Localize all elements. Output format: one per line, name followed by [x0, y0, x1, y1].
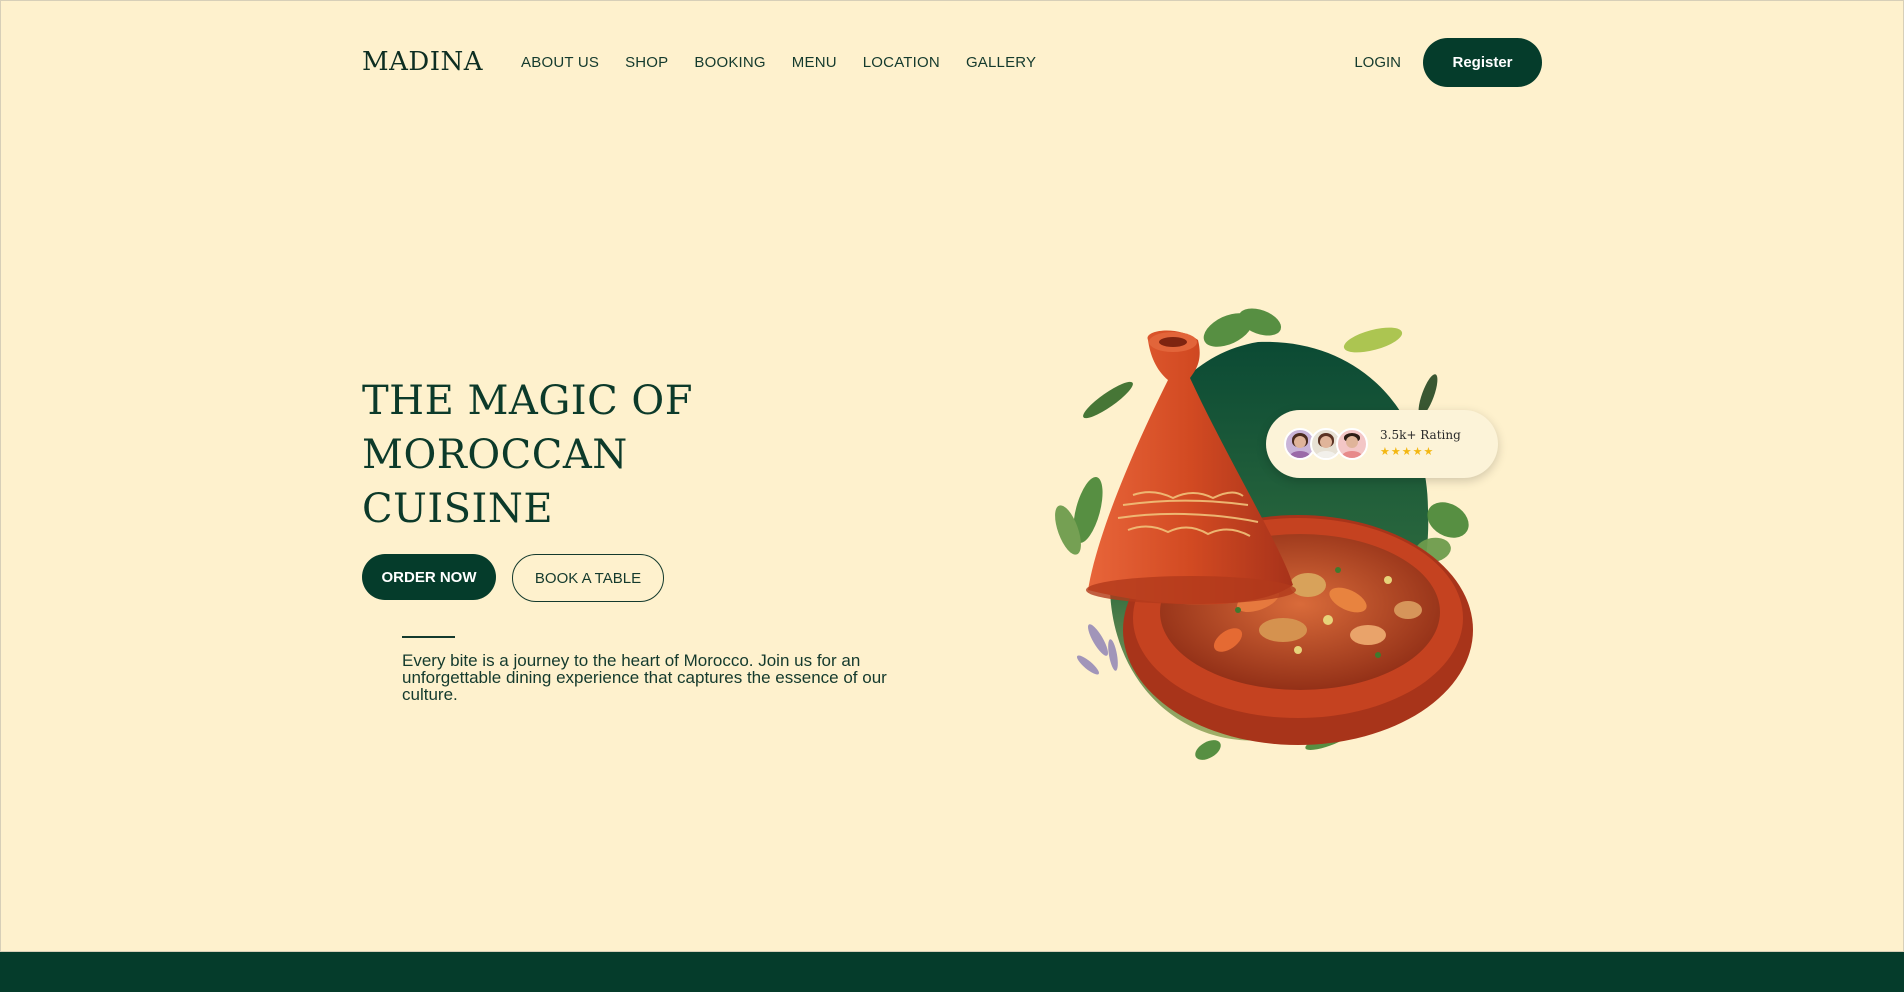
tagline-divider: [402, 636, 455, 638]
hero-title-line-2: MOROCCAN: [362, 432, 628, 478]
hero-title-line-1: THE MAGIC OF: [362, 378, 693, 424]
main-menu: ABOUT US SHOP BOOKING MENU LOCATION GALL…: [521, 54, 1036, 71]
tagine-image: [1055, 308, 1473, 760]
star-rating-icon: ★★★★★: [1380, 446, 1435, 458]
nav-link-location[interactable]: LOCATION: [863, 54, 940, 71]
nav-link-gallery[interactable]: GALLERY: [966, 54, 1036, 71]
hero-actions: ORDER NOW BOOK A TABLE: [362, 554, 664, 602]
rating-label: 3.5k+ Rating: [1380, 428, 1461, 442]
hero-title: THE MAGIC OF MOROCCAN CUISINE: [362, 374, 862, 536]
nav-link-shop[interactable]: SHOP: [625, 54, 668, 71]
register-button[interactable]: Register: [1423, 37, 1542, 87]
tagine-illustration: [1028, 300, 1518, 780]
hero-title-line-3: CUISINE: [362, 486, 554, 532]
site-logo[interactable]: MADINA: [362, 47, 483, 77]
nav-link-about-us[interactable]: ABOUT US: [521, 54, 599, 71]
rating-badge: 3.5k+ Rating ★★★★★: [1266, 410, 1498, 478]
reviewer-avatars: [1284, 428, 1368, 460]
account-actions: LOGIN Register: [1354, 37, 1542, 87]
book-table-button[interactable]: BOOK A TABLE: [512, 554, 664, 602]
footer-band: [0, 952, 1904, 992]
login-link[interactable]: LOGIN: [1354, 54, 1401, 71]
man-avatar-icon: [1336, 428, 1368, 460]
hero-tagline: Every bite is a journey to the heart of …: [402, 651, 887, 704]
order-now-button[interactable]: ORDER NOW: [362, 554, 496, 600]
rating-info: 3.5k+ Rating ★★★★★: [1380, 428, 1461, 460]
nav-link-menu[interactable]: MENU: [792, 54, 837, 71]
nav-link-booking[interactable]: BOOKING: [694, 54, 765, 71]
page-frame: [0, 0, 1904, 952]
top-nav: MADINA ABOUT US SHOP BOOKING MENU LOCATI…: [362, 37, 1542, 87]
